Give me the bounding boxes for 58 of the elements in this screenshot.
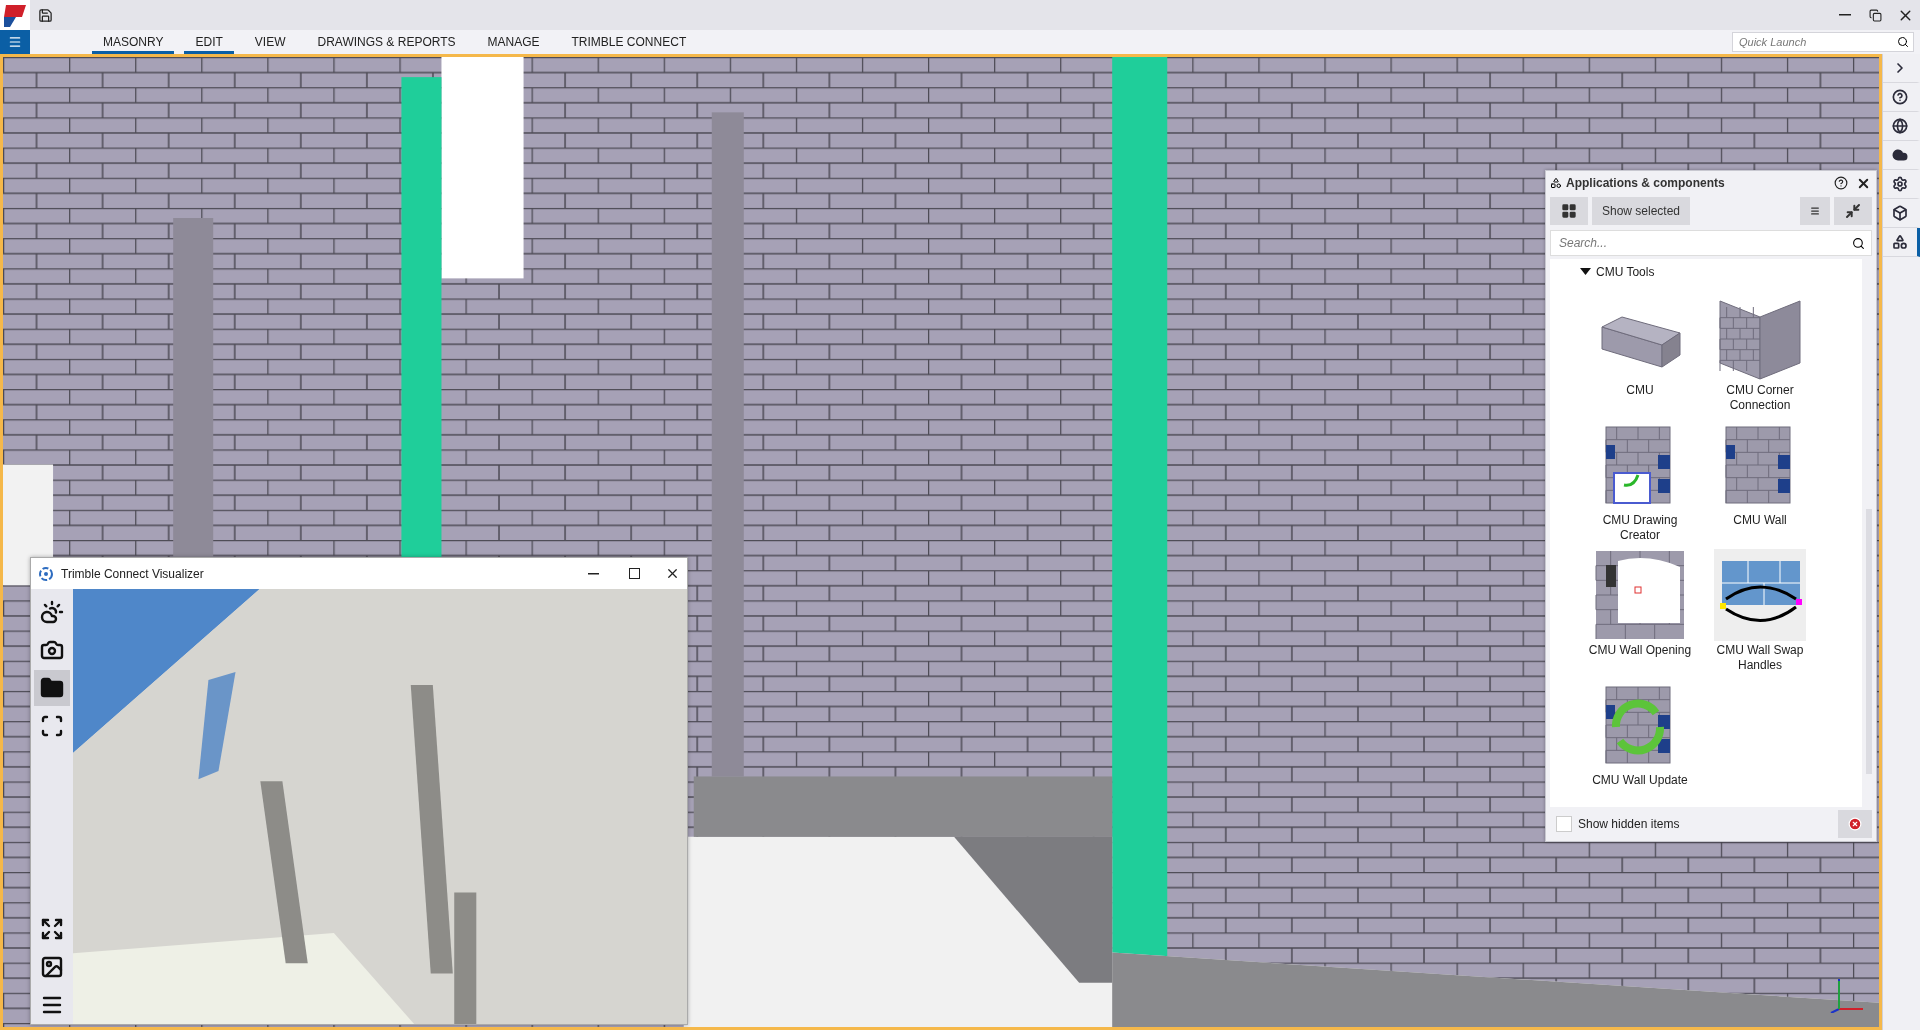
component-label: CMU Wall [1732, 513, 1788, 528]
ribbon-tab[interactable]: VIEW [243, 30, 297, 54]
component-label: CMU [1625, 383, 1655, 398]
globe-icon [1892, 118, 1908, 134]
checkbox[interactable] [1556, 816, 1572, 832]
side-panel-button[interactable] [1883, 228, 1920, 257]
component-label: CMU Corner Connection [1725, 383, 1795, 413]
menu-button[interactable] [0, 30, 30, 54]
expand-icon [40, 917, 64, 941]
grid-view-button[interactable] [1550, 197, 1588, 225]
maximize-icon [628, 568, 640, 579]
component-label: CMU Wall Swap Handles [1715, 643, 1805, 673]
component-thumbnail[interactable] [1712, 547, 1808, 643]
save-icon [37, 7, 53, 23]
ribbon-tab[interactable]: EDIT [184, 30, 234, 54]
component-label: CMU Wall Update [1591, 773, 1689, 788]
collapse-arrows-icon [1845, 203, 1861, 219]
swirl-logo-icon [39, 566, 53, 581]
ribbon-tab[interactable]: TRIMBLE CONNECT [560, 30, 698, 54]
window-title: Trimble Connect Visualizer [61, 566, 205, 581]
app-logo [0, 0, 30, 30]
component-label: CMU Drawing Creator [1601, 513, 1679, 543]
quick-launch-field[interactable]: Quick Launch [1732, 32, 1914, 52]
list-view-button[interactable] [1800, 197, 1830, 225]
image-icon [40, 955, 64, 979]
search-field[interactable]: Search... [1550, 230, 1872, 256]
folder-icon [40, 676, 64, 700]
menu-icon [8, 35, 22, 49]
grid-icon [1561, 203, 1577, 219]
collapse-button[interactable] [1834, 197, 1872, 225]
cloud-sun-icon [40, 600, 64, 624]
help-icon [1892, 89, 1908, 105]
search-icon [1852, 236, 1865, 250]
clear-icon [1848, 816, 1862, 832]
search-icon [1897, 36, 1909, 48]
ribbon-tab[interactable]: DRAWINGS & REPORTS [306, 30, 467, 54]
show-selected-button[interactable]: Show selected [1592, 197, 1691, 225]
minimize-icon [587, 572, 599, 575]
cube-icon [1892, 205, 1908, 221]
restore-icon [1868, 8, 1882, 22]
settings-icon [1892, 176, 1908, 192]
checkbox-label: Show hidden items [1578, 817, 1681, 831]
shapes-icon [1892, 234, 1908, 250]
group-header[interactable]: CMU Tools [1580, 265, 1655, 279]
toolbar-button[interactable] [34, 670, 70, 706]
help-icon [1834, 176, 1848, 190]
component-label: CMU Wall Opening [1588, 643, 1692, 658]
cloud-icon [1892, 147, 1908, 163]
quick-launch-input[interactable]: Quick Launch [1737, 35, 1897, 49]
ribbon-tab[interactable]: MANAGE [476, 30, 551, 54]
panel-title: Applications & components [1566, 176, 1726, 190]
shapes-icon [1550, 177, 1562, 189]
minimize-icon [1839, 14, 1851, 16]
clear-button[interactable] [1838, 810, 1872, 838]
search-input[interactable]: Search... [1557, 235, 1852, 251]
frame-corners-icon [40, 714, 64, 738]
camera-icon [40, 638, 64, 662]
ribbon-tab[interactable]: MASONRY [92, 30, 175, 54]
